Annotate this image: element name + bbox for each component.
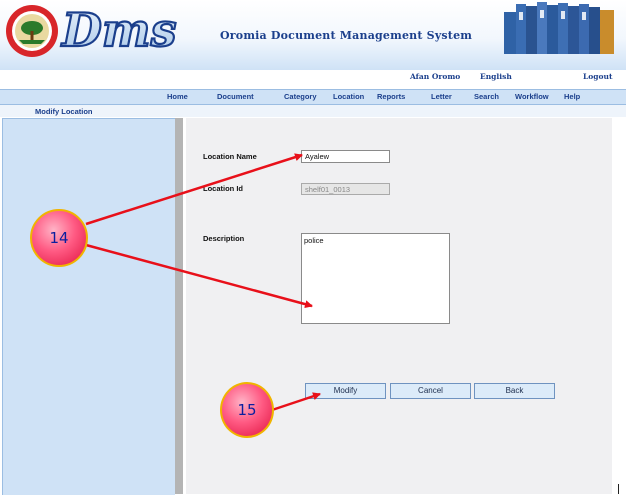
nav-location[interactable]: Location — [333, 92, 364, 101]
modify-button[interactable]: Modify — [305, 383, 386, 399]
cursor-bar — [618, 484, 619, 494]
nav-help[interactable]: Help — [564, 92, 580, 101]
back-button[interactable]: Back — [474, 383, 555, 399]
dms-logo: Dms — [59, 2, 178, 58]
left-sidebar — [2, 118, 175, 495]
column-divider — [175, 118, 183, 494]
location-name-label: Location Name — [203, 152, 257, 161]
nav-reports[interactable]: Reports — [377, 92, 405, 101]
svg-text:Dms: Dms — [60, 3, 176, 57]
language-bar — [0, 70, 626, 84]
nav-search[interactable]: Search — [474, 92, 499, 101]
step-callout-15: 15 — [220, 382, 274, 438]
logout-link[interactable]: Logout — [583, 72, 612, 81]
nav-document[interactable]: Document — [217, 92, 254, 101]
description-textarea[interactable]: police — [301, 233, 450, 324]
nav-home[interactable]: Home — [167, 92, 188, 101]
location-id-label: Location Id — [203, 184, 243, 193]
site-title: Oromia Document Management System — [220, 29, 473, 42]
location-id-input — [301, 183, 390, 195]
breadcrumb-bar — [0, 105, 626, 117]
lang-english-link[interactable]: English — [480, 72, 512, 81]
nav-workflow[interactable]: Workflow — [515, 92, 549, 101]
location-name-input[interactable] — [301, 150, 390, 163]
nav-category[interactable]: Category — [284, 92, 317, 101]
breadcrumb: Modify Location — [35, 107, 93, 116]
cancel-button[interactable]: Cancel — [390, 383, 471, 399]
lang-afan-oromo-link[interactable]: Afan Oromo — [410, 72, 460, 81]
description-label: Description — [203, 234, 245, 243]
binders-illustration — [504, 2, 614, 54]
oromia-seal-logo — [6, 5, 58, 57]
nav-letter[interactable]: Letter — [431, 92, 452, 101]
step-callout-14: 14 — [30, 209, 88, 267]
